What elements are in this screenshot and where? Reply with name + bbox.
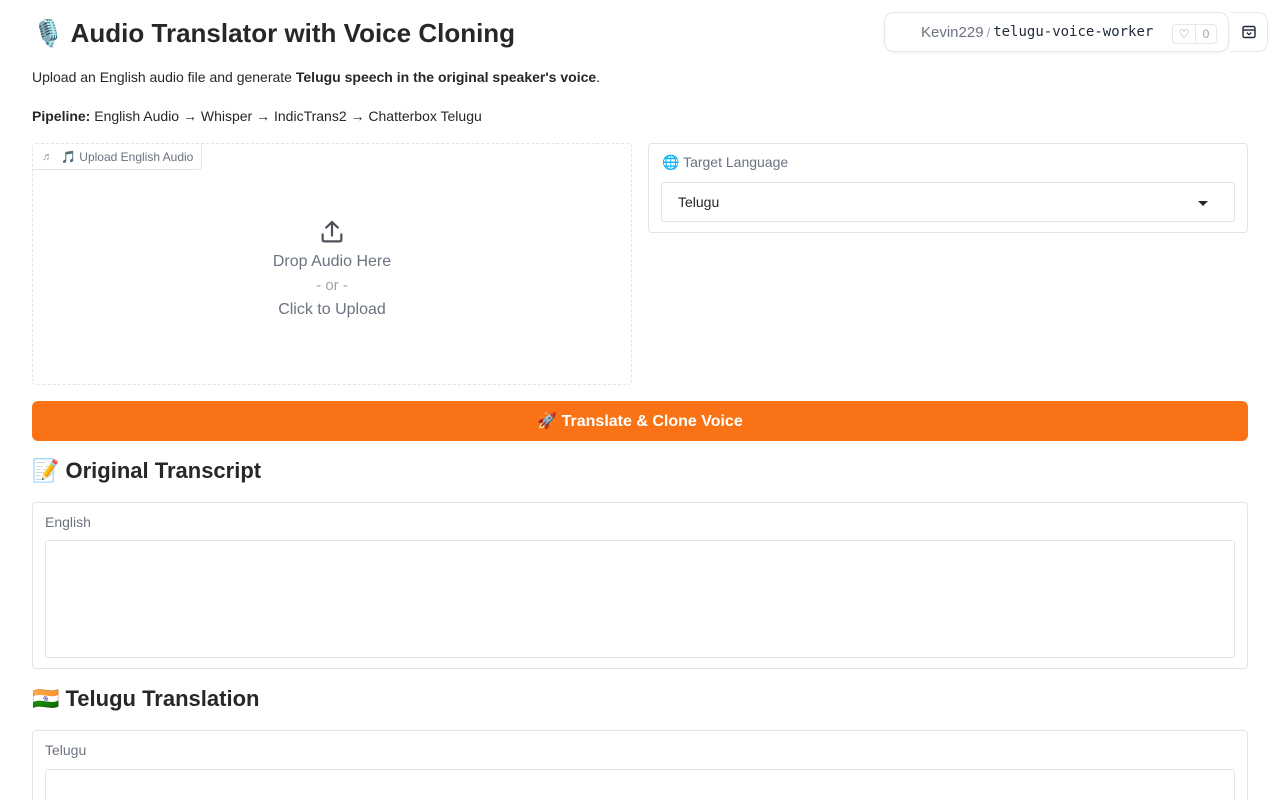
intro-bold: Telugu speech in the original speaker's …: [295, 69, 597, 85]
collapse-button[interactable]: [1230, 12, 1268, 52]
space-owner-link[interactable]: Kevin229: [921, 24, 984, 41]
page: Kevin229 / telugu-voice-worker ♡ 0 🎙️ Au…: [0, 0, 1280, 800]
telugu-translation-heading: 🇮🇳 Telugu Translation: [32, 686, 260, 711]
heart-icon: ♡: [1173, 25, 1196, 43]
intro-text: Upload an English audio file and generat…: [32, 68, 600, 86]
chevron-down-icon: [1198, 201, 1208, 206]
music-note-icon: ♬: [42, 150, 53, 163]
target-language-label: 🌐 Target Language: [662, 154, 789, 170]
intro-suffix: .: [596, 69, 601, 85]
target-language-panel: 🌐 Target Language Telugu: [648, 143, 1248, 233]
click-to-upload-text: Click to Upload: [278, 301, 386, 318]
collapse-icon: [1241, 25, 1256, 39]
telugu-label: Telugu: [45, 742, 87, 758]
microphone-icon: 🎙️: [32, 18, 65, 48]
space-separator: /: [986, 24, 991, 40]
pipeline-label: Pipeline:: [32, 108, 91, 124]
page-title-text: Audio Translator with Voice Cloning: [70, 18, 516, 48]
telugu-translation-textbox[interactable]: [45, 769, 1235, 800]
audio-upload-dropzone[interactable]: ♬ 🎵 Upload English Audio Drop Audio Here…: [32, 143, 632, 385]
pipeline-text: Pipeline: English Audio → Whisper → Indi…: [32, 107, 482, 125]
like-count: 0: [1202, 27, 1210, 41]
or-separator: - or -: [316, 277, 348, 294]
pipeline-steps: English Audio → Whisper → IndicTrans2 → …: [90, 108, 482, 124]
like-button[interactable]: ♡ 0: [1172, 24, 1217, 44]
upload-prompt[interactable]: Drop Audio Here - or - Click to Upload: [33, 218, 631, 322]
drop-audio-text: Drop Audio Here: [272, 253, 392, 270]
english-label: English: [45, 514, 91, 530]
upload-icon: [321, 220, 343, 243]
original-transcript-heading: 📝 Original Transcript: [32, 458, 262, 483]
upload-label-text: 🎵 Upload English Audio: [61, 149, 194, 164]
intro-prefix: Upload an English audio file and generat…: [32, 69, 296, 85]
space-repo-link[interactable]: telugu-voice-worker: [993, 24, 1153, 40]
transcript-panel: English: [32, 502, 1248, 669]
page-title: 🎙️ Audio Translator with Voice Cloning: [32, 16, 515, 50]
upload-label: ♬ 🎵 Upload English Audio: [33, 144, 203, 170]
target-language-dropdown[interactable]: Telugu: [661, 182, 1235, 222]
translate-clone-button[interactable]: 🚀 Translate & Clone Voice: [32, 401, 1248, 441]
translation-panel: Telugu: [32, 730, 1248, 800]
english-transcript-textbox[interactable]: [45, 540, 1235, 658]
target-language-value: Telugu: [678, 194, 720, 210]
space-badge[interactable]: Kevin229 / telugu-voice-worker ♡ 0: [884, 12, 1229, 52]
